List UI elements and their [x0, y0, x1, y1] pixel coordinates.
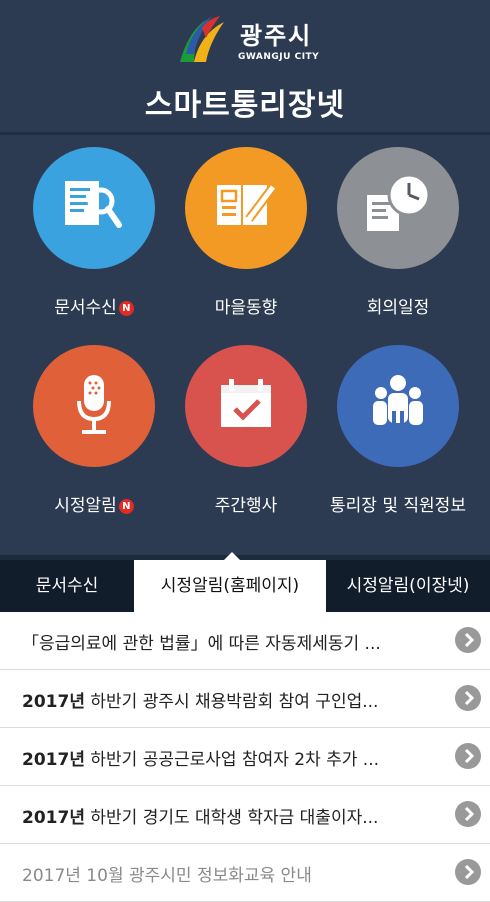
menu-label: 주간행사 — [214, 496, 278, 516]
list-item-title: 2017년 하반기 광주시 채용박람회 참여 구인업... — [22, 692, 379, 712]
microphone-icon — [77, 375, 111, 434]
menu-label: 회의일정 — [366, 298, 430, 318]
gwangju-logo-icon — [180, 16, 224, 62]
chevron-right-icon[interactable] — [455, 801, 481, 827]
app-header: 광주시 GWANGJU CITY 스마트통리장넷 — [0, 0, 490, 132]
menu-item-meeting-schedule[interactable]: 회의일정 — [322, 147, 472, 318]
document-search-icon — [65, 181, 122, 228]
list-item[interactable]: 2017년 하반기 공공근로사업 참여자 2차 추가 ... — [0, 728, 490, 786]
tab-city-notice-homepage[interactable]: 시정알림(홈페이지) — [134, 560, 326, 612]
menu-item-document-receive[interactable]: 문서수신 N — [18, 147, 170, 318]
menu-label: 시정알림 N — [18, 491, 170, 516]
menu-label: 통리장 및 직원정보 — [330, 496, 466, 516]
list-item[interactable]: 2017년 하반기 경기도 대학생 학자금 대출이자... — [0, 786, 490, 844]
chevron-right-icon[interactable] — [455, 743, 481, 769]
chevron-right-icon[interactable] — [455, 627, 481, 653]
notice-list: 「응급의료에 관한 법률」에 따른 자동제세동기 ... 2017년 하반기 광… — [0, 612, 490, 902]
menu-item-village-trends[interactable]: 마을동향 — [170, 147, 320, 318]
menu-item-weekly-events[interactable]: 주간행사 — [170, 345, 320, 516]
tab-city-notice-ijangnet[interactable]: 시정알림(이장넷) — [326, 560, 490, 612]
menu-circle — [185, 345, 307, 467]
main-menu-grid: 문서수신 N 마을동향 회의일정 시정알림 N 주간행사 통리장 및 직원정보 — [0, 135, 490, 555]
city-name: 광주시 — [240, 22, 313, 50]
list-item-title: 「응급의료에 관한 법률」에 따른 자동제세동기 ... — [22, 634, 381, 654]
people-group-icon — [373, 375, 423, 429]
menu-circle — [33, 345, 155, 467]
tab-document-receive[interactable]: 문서수신 — [0, 560, 134, 612]
document-clock-icon — [367, 173, 431, 231]
list-item[interactable]: 2017년 10월 광주시민 정보화교육 안내 — [0, 844, 490, 902]
menu-item-staff-info[interactable]: 통리장 및 직원정보 — [322, 345, 472, 516]
menu-label: 문서수신 N — [18, 293, 170, 318]
chevron-right-icon[interactable] — [455, 859, 481, 885]
notice-tabs: 문서수신 시정알림(홈페이지) 시정알림(이장넷) — [0, 560, 490, 612]
menu-circle — [33, 147, 155, 269]
list-item[interactable]: 「응급의료에 관한 법률」에 따른 자동제세동기 ... — [0, 612, 490, 670]
list-item-title: 2017년 하반기 경기도 대학생 학자금 대출이자... — [22, 808, 379, 828]
app-screen: 광주시 GWANGJU CITY 스마트통리장넷 문서수신 N 마을동향 회의일… — [0, 0, 490, 902]
active-tab-pointer — [224, 552, 240, 560]
menu-label: 마을동향 — [214, 298, 278, 318]
menu-item-city-notice[interactable]: 시정알림 N — [18, 345, 170, 516]
calendar-check-icon — [221, 379, 271, 427]
chevron-right-icon[interactable] — [455, 685, 481, 711]
list-item[interactable]: 2017년 하반기 광주시 채용박람회 참여 구인업... — [0, 670, 490, 728]
list-item-title: 2017년 하반기 공공근로사업 참여자 2차 추가 ... — [22, 750, 380, 770]
notebook-pencil-icon — [217, 184, 277, 225]
menu-circle — [337, 147, 459, 269]
list-item-title: 2017년 10월 광주시민 정보화교육 안내 — [22, 866, 312, 886]
new-badge: N — [118, 301, 134, 316]
menu-circle — [185, 147, 307, 269]
new-badge: N — [118, 499, 134, 514]
menu-circle — [337, 345, 459, 467]
app-title: 스마트통리장넷 — [144, 88, 346, 123]
city-english-name: GWANGJU CITY — [238, 52, 320, 62]
